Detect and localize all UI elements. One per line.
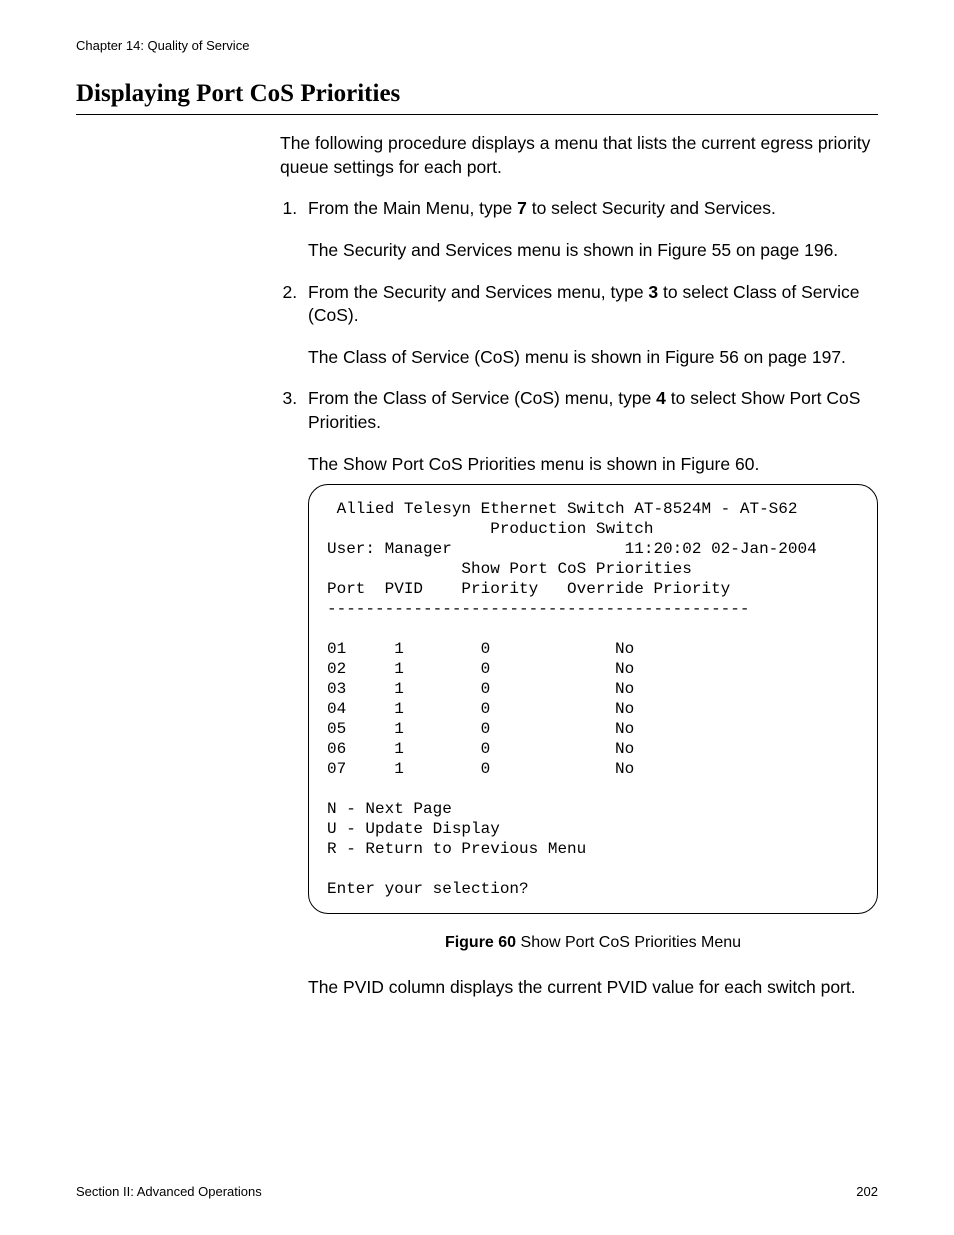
step-1-note: The Security and Services menu is shown …: [308, 239, 878, 263]
step-1-prefix: From the Main Menu, type: [308, 198, 517, 218]
nav-update: U - Update Display: [327, 820, 500, 838]
chapter-header: Chapter 14: Quality of Service: [76, 38, 249, 53]
figure-label: Figure 60: [445, 934, 516, 951]
table-row: 05 1 0 No: [327, 720, 634, 738]
step-1: From the Main Menu, type 7 to select Sec…: [302, 197, 878, 262]
step-3-prefix: From the Class of Service (CoS) menu, ty…: [308, 388, 656, 408]
step-3-note: The Show Port CoS Priorities menu is sho…: [308, 453, 878, 477]
step-2-note: The Class of Service (CoS) menu is shown…: [308, 346, 878, 370]
figure-caption-text: Show Port CoS Priorities Menu: [516, 934, 741, 951]
step-3-key: 4: [656, 388, 666, 408]
table-row: 07 1 0 No: [327, 760, 634, 778]
terminal-line-1: Allied Telesyn Ethernet Switch AT-8524M …: [327, 500, 797, 518]
after-figure-paragraph: The PVID column displays the current PVI…: [308, 976, 878, 1000]
table-row: 06 1 0 No: [327, 740, 634, 758]
procedure-list: From the Main Menu, type 7 to select Sec…: [280, 197, 878, 999]
step-1-suffix: to select Security and Services.: [527, 198, 776, 218]
nav-next: N - Next Page: [327, 800, 452, 818]
terminal-line-2: Production Switch: [327, 520, 653, 538]
step-3: From the Class of Service (CoS) menu, ty…: [302, 387, 878, 999]
step-2-key: 3: [648, 282, 658, 302]
terminal-divider: ----------------------------------------…: [327, 600, 749, 618]
terminal-menu-title: Show Port CoS Priorities: [327, 560, 692, 578]
body-content: The following procedure displays a menu …: [280, 132, 878, 1017]
terminal-screen: Allied Telesyn Ethernet Switch AT-8524M …: [308, 484, 878, 914]
section-title: Displaying Port CoS Priorities: [76, 80, 878, 115]
terminal-user: User: Manager 11:20:02 02-Jan-2004: [327, 540, 817, 558]
table-row: 04 1 0 No: [327, 700, 634, 718]
step-2: From the Security and Services menu, typ…: [302, 281, 878, 370]
table-row: 01 1 0 No: [327, 640, 634, 658]
table-row: 03 1 0 No: [327, 680, 634, 698]
table-row: 02 1 0 No: [327, 660, 634, 678]
footer-section: Section II: Advanced Operations: [76, 1184, 262, 1199]
terminal-columns: Port PVID Priority Override Priority: [327, 580, 730, 598]
figure-caption: Figure 60 Show Port CoS Priorities Menu: [308, 932, 878, 954]
footer-page-number: 202: [856, 1184, 878, 1199]
step-1-key: 7: [517, 198, 527, 218]
step-2-prefix: From the Security and Services menu, typ…: [308, 282, 648, 302]
terminal-prompt: Enter your selection?: [327, 880, 529, 898]
intro-paragraph: The following procedure displays a menu …: [280, 132, 878, 179]
nav-return: R - Return to Previous Menu: [327, 840, 586, 858]
